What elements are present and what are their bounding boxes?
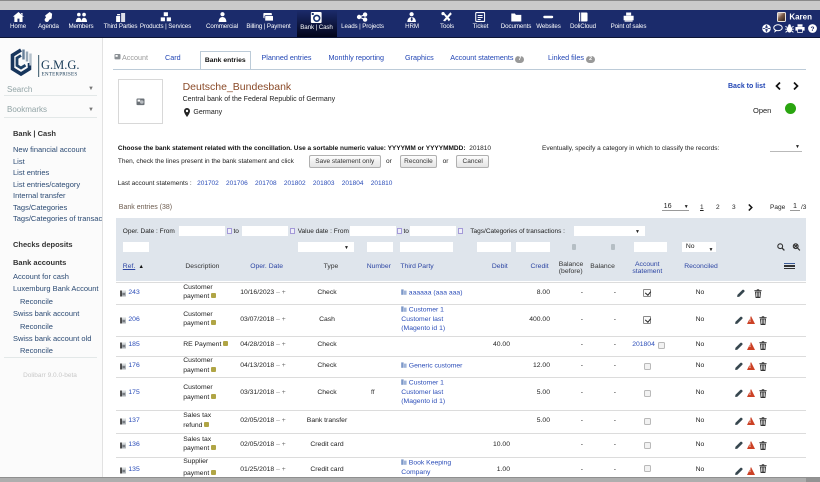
svg-text:?: ? <box>811 26 815 33</box>
svg-text:G.M.G.: G.M.G. <box>41 58 80 72</box>
svg-text:ENTERPRISES: ENTERPRISES <box>42 72 78 78</box>
